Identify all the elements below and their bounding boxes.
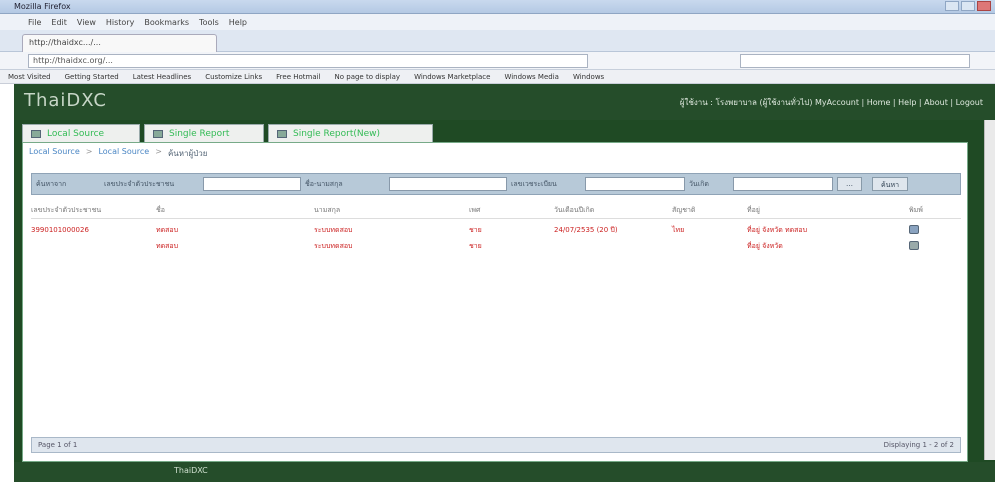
name-input[interactable] <box>389 177 507 191</box>
tab-local-source[interactable]: Local Source <box>22 124 140 142</box>
cell-nationality: ไทย <box>672 225 685 234</box>
table-row[interactable]: 3990101000026 ทดสอบ ระบบทดสอบ ชาย 24/07/… <box>31 223 961 237</box>
pager-left[interactable]: Page 1 of 1 <box>38 441 77 449</box>
tab-label: Single Report(New) <box>293 128 381 139</box>
app-tabs: Local Source Single Report Single Report… <box>22 124 437 142</box>
footer-text: ThaiDXC <box>174 466 208 475</box>
app-logo: ThaiDXC <box>24 90 107 111</box>
report-icon <box>153 129 163 138</box>
browser-menubar: File Edit View History Bookmarks Tools H… <box>0 14 995 30</box>
filter-label: เลขเวชระเบียน <box>511 179 557 188</box>
tab-label: Local Source <box>47 128 105 139</box>
menu-edit[interactable]: Edit <box>51 18 67 27</box>
table-header: เลขประจำตัวประชาชน ชื่อ นามสกุล เพศ วันเ… <box>31 203 961 219</box>
id-input[interactable] <box>203 177 301 191</box>
bookmark-item[interactable]: Getting Started <box>65 73 119 81</box>
user-nav[interactable]: ผู้ใช้งาน : โรงพยาบาล (ผู้ใช้งานทั่วไป) … <box>680 96 983 109</box>
print-icon[interactable] <box>909 240 919 250</box>
cell-gender: ชาย <box>469 241 482 250</box>
browser-tabstrip: http://thaidxc.../... <box>0 30 995 52</box>
footer: ThaiDXC <box>14 462 995 482</box>
cell-address: ที่อยู่ จังหวัด <box>747 241 783 250</box>
tab-label: Single Report <box>169 128 230 139</box>
cell-id: 3990101000026 <box>31 226 89 234</box>
bookmark-item[interactable]: Customize Links <box>205 73 262 81</box>
breadcrumb: Local Source > Local Source > ค้นหาผู้ป่… <box>29 147 207 160</box>
page-scrollbar[interactable] <box>984 120 995 460</box>
column-header[interactable]: เลขประจำตัวประชาชน <box>31 205 156 216</box>
breadcrumb-item[interactable]: Local Source <box>29 147 80 160</box>
close-button[interactable] <box>977 1 991 11</box>
bookmark-item[interactable]: Windows Marketplace <box>414 73 490 81</box>
browser-tab[interactable]: http://thaidxc.../... <box>22 34 217 52</box>
column-header[interactable]: นามสกุล <box>314 205 469 216</box>
column-header[interactable]: ที่อยู่ <box>747 205 909 216</box>
maximize-button[interactable] <box>961 1 975 11</box>
column-header[interactable]: พิมพ์ <box>909 205 949 216</box>
filter-label: เลขประจำตัวประชาชน <box>104 179 175 188</box>
tab-single-report-new[interactable]: Single Report(New) <box>268 124 433 142</box>
browser-titlebar: Mozilla Firefox <box>0 0 995 14</box>
cell-gender: ชาย <box>469 225 482 234</box>
browser-navbar: http://thaidxc.org/... <box>0 52 995 70</box>
print-icon[interactable] <box>909 224 919 234</box>
bookmark-item[interactable]: No page to display <box>335 73 401 81</box>
filter-label: วันเกิด <box>689 179 709 188</box>
bookmark-item[interactable]: Most Visited <box>8 73 51 81</box>
content-panel: Local Source > Local Source > ค้นหาผู้ป่… <box>22 142 968 462</box>
filter-label: ค้นหาจาก <box>36 179 67 188</box>
search-bar[interactable] <box>740 54 970 68</box>
bookmark-item[interactable]: Latest Headlines <box>133 73 191 81</box>
column-header[interactable]: สัญชาติ <box>672 205 747 216</box>
birthdate-input[interactable] <box>733 177 833 191</box>
filter-label: ชื่อ-นามสกุล <box>305 179 343 188</box>
minimize-button[interactable] <box>945 1 959 11</box>
bookmark-item[interactable]: Windows <box>573 73 604 81</box>
menu-history[interactable]: History <box>106 18 134 27</box>
column-header[interactable]: วันเดือนปีเกิด <box>554 205 672 216</box>
tab-single-report[interactable]: Single Report <box>144 124 264 142</box>
cell-lastname: ระบบทดสอบ <box>314 241 353 250</box>
report-new-icon <box>277 129 287 138</box>
menu-bookmarks[interactable]: Bookmarks <box>144 18 189 27</box>
app-header: ThaiDXC ผู้ใช้งาน : โรงพยาบาล (ผู้ใช้งาน… <box>14 84 995 120</box>
column-header[interactable]: เพศ <box>469 205 554 216</box>
pager: Page 1 of 1 Displaying 1 - 2 of 2 <box>31 437 961 453</box>
bookmark-item[interactable]: Windows Media <box>504 73 559 81</box>
hn-input[interactable] <box>585 177 685 191</box>
bookmark-item[interactable]: Free Hotmail <box>276 73 320 81</box>
breadcrumb-sep: > <box>155 147 162 156</box>
url-bar[interactable]: http://thaidxc.org/... <box>28 54 588 68</box>
bookmarks-bar: Most Visited Getting Started Latest Head… <box>0 70 995 84</box>
cell-birthdate: 24/07/2535 (20 ปี) <box>554 225 618 234</box>
pager-right: Displaying 1 - 2 of 2 <box>883 441 954 449</box>
breadcrumb-current: ค้นหาผู้ป่วย <box>167 149 208 158</box>
menu-file[interactable]: File <box>28 18 41 27</box>
cell-address: ที่อยู่ จังหวัด ทดสอบ <box>747 225 808 234</box>
menu-help[interactable]: Help <box>229 18 247 27</box>
menu-tools[interactable]: Tools <box>199 18 219 27</box>
column-header[interactable]: ชื่อ <box>156 205 314 216</box>
cell-firstname: ทดสอบ <box>156 241 179 250</box>
menu-view[interactable]: View <box>77 18 96 27</box>
folder-icon <box>31 129 41 138</box>
window-title: Mozilla Firefox <box>14 2 71 11</box>
cell-firstname: ทดสอบ <box>156 225 179 234</box>
breadcrumb-sep: > <box>85 147 93 156</box>
filter-bar: ค้นหาจาก เลขประจำตัวประชาชน ชื่อ-นามสกุล… <box>31 173 961 195</box>
date-picker-button[interactable]: … <box>837 177 862 191</box>
cell-lastname: ระบบทดสอบ <box>314 225 353 234</box>
table-row[interactable]: ทดสอบ ระบบทดสอบ ชาย ที่อยู่ จังหวัด <box>31 239 961 253</box>
breadcrumb-item[interactable]: Local Source <box>98 147 149 160</box>
search-button[interactable]: ค้นหา <box>872 177 909 191</box>
